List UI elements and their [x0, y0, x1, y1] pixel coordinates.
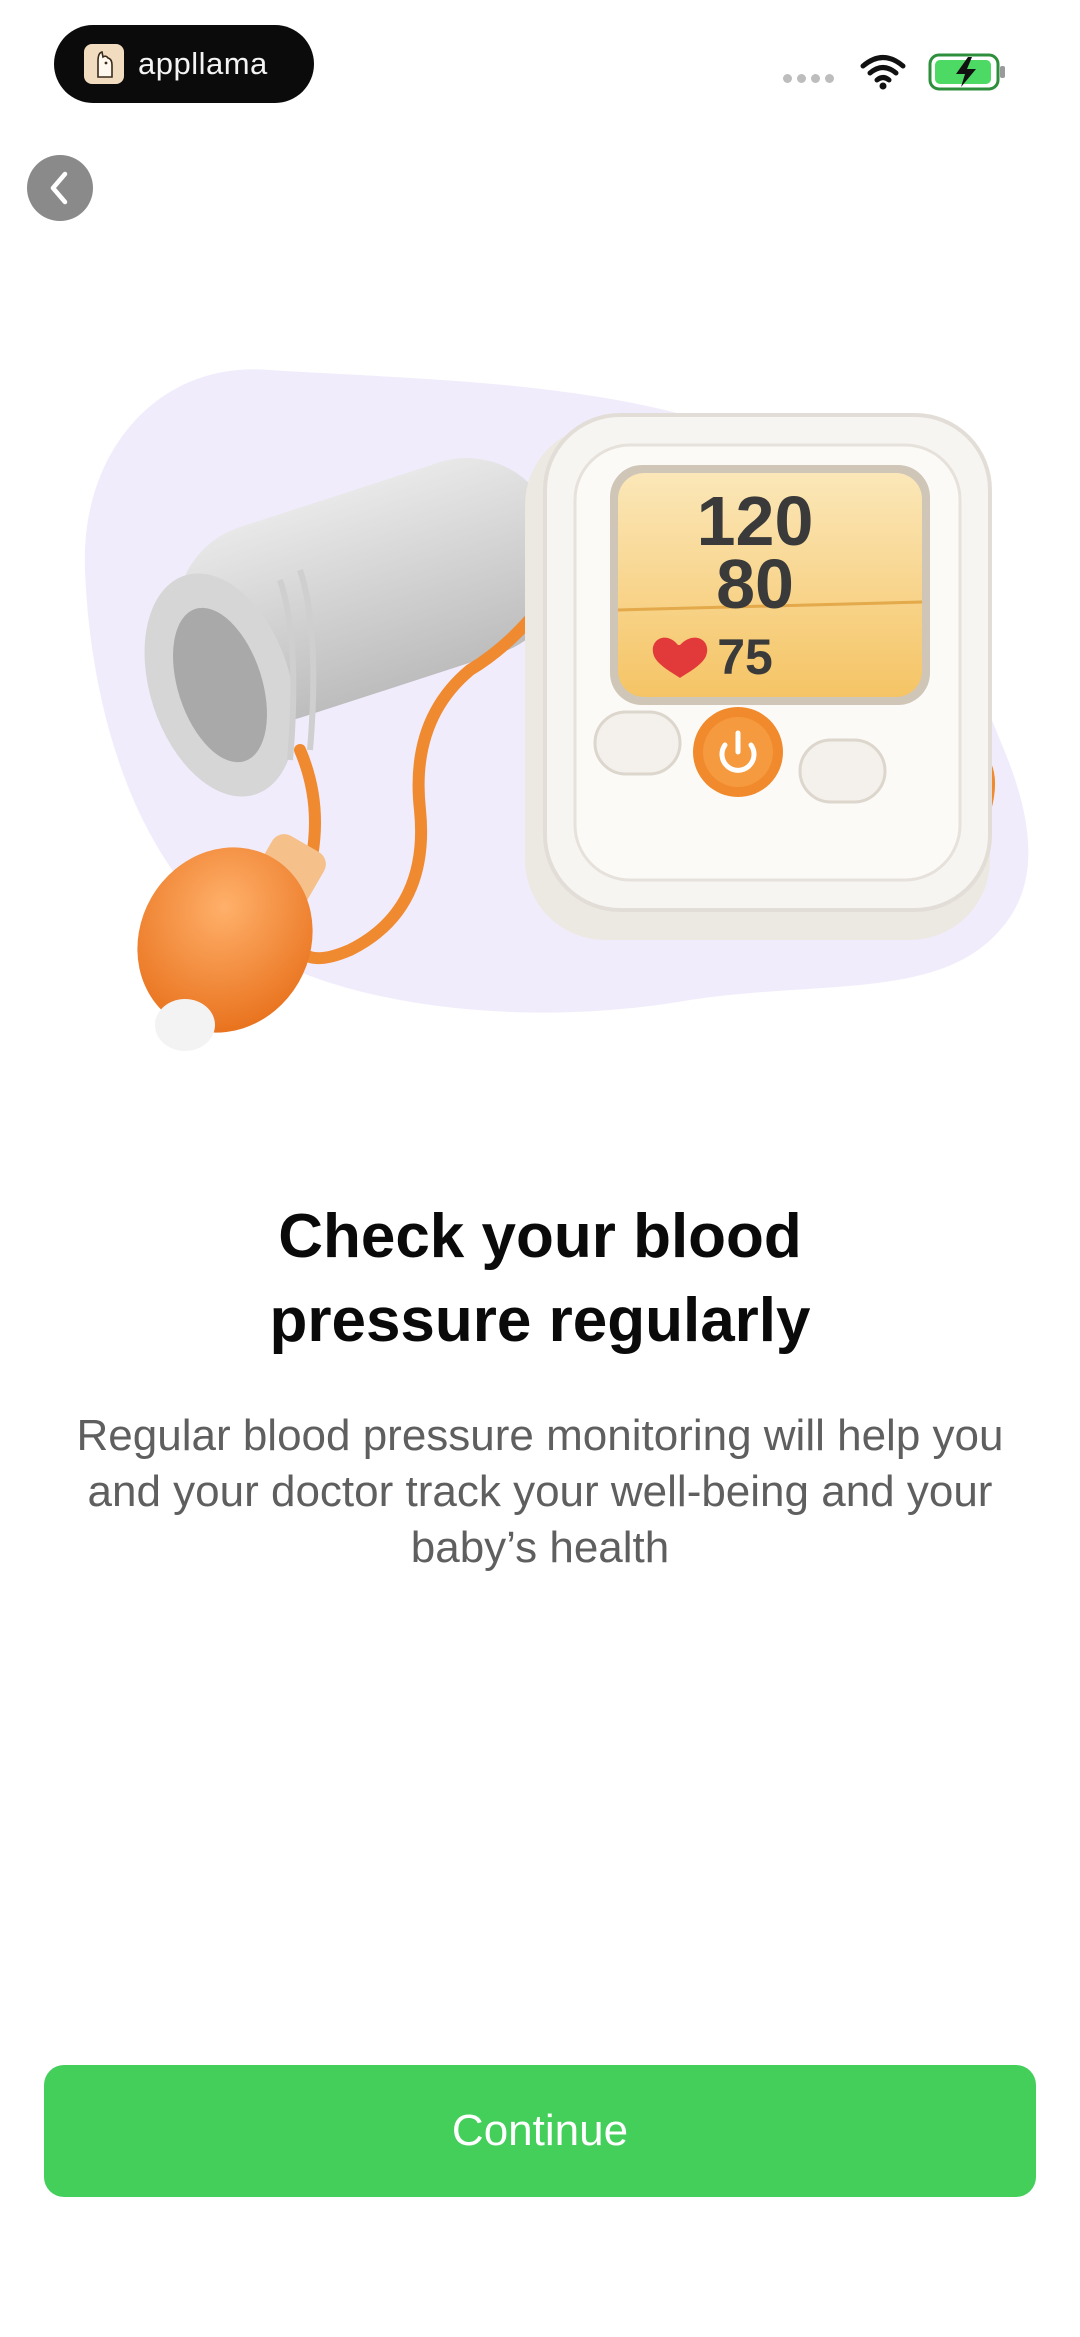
title-line-1: Check your blood [278, 1202, 802, 1271]
description: Regular blood pressure monitoring will h… [76, 1411, 1004, 1572]
chevron-left-icon [50, 171, 68, 205]
back-button[interactable] [27, 155, 93, 221]
page-title: Check your blood pressure regularly [0, 1195, 1080, 1363]
pulse-reading: 75 [717, 629, 773, 685]
app-badge: appllama [54, 25, 314, 103]
diastolic-reading: 80 [716, 545, 794, 623]
llama-app-icon [84, 44, 124, 84]
monitor-device: 120 80 75 [525, 413, 992, 940]
blood-pressure-monitor-illustration: 120 80 75 [0, 340, 1080, 1060]
continue-button[interactable]: Continue [44, 2065, 1036, 2197]
cellular-signal-icon [783, 73, 834, 83]
inflation-bulb [137, 834, 326, 1051]
battery-charging-icon [928, 53, 1005, 91]
wifi-icon [860, 55, 906, 90]
status-icons [783, 52, 1008, 92]
app-name: appllama [138, 46, 268, 81]
title-line-2: pressure regularly [269, 1286, 811, 1355]
